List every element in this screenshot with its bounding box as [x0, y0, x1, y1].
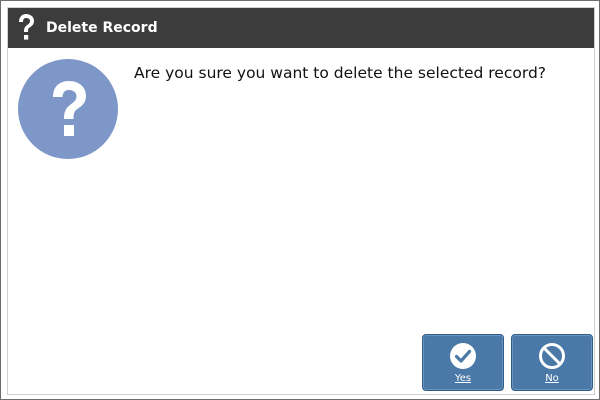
title-bar[interactable]: Delete Record — [8, 8, 594, 48]
yes-button[interactable]: Yes — [422, 334, 504, 391]
no-button[interactable]: No — [511, 334, 593, 391]
delete-record-dialog: Delete Record Are you sure you want to d… — [0, 0, 600, 400]
dialog-title: Delete Record — [46, 20, 158, 36]
confirmation-message: Are you sure you want to delete the sele… — [134, 64, 547, 82]
no-entry-icon — [538, 342, 566, 370]
question-mark-icon — [18, 59, 118, 159]
yes-button-label: Yes — [454, 373, 472, 384]
no-button-label: No — [545, 373, 559, 384]
dialog-frame: Delete Record Are you sure you want to d… — [7, 7, 595, 395]
check-circle-icon — [449, 342, 477, 370]
question-mark-icon — [8, 8, 44, 48]
